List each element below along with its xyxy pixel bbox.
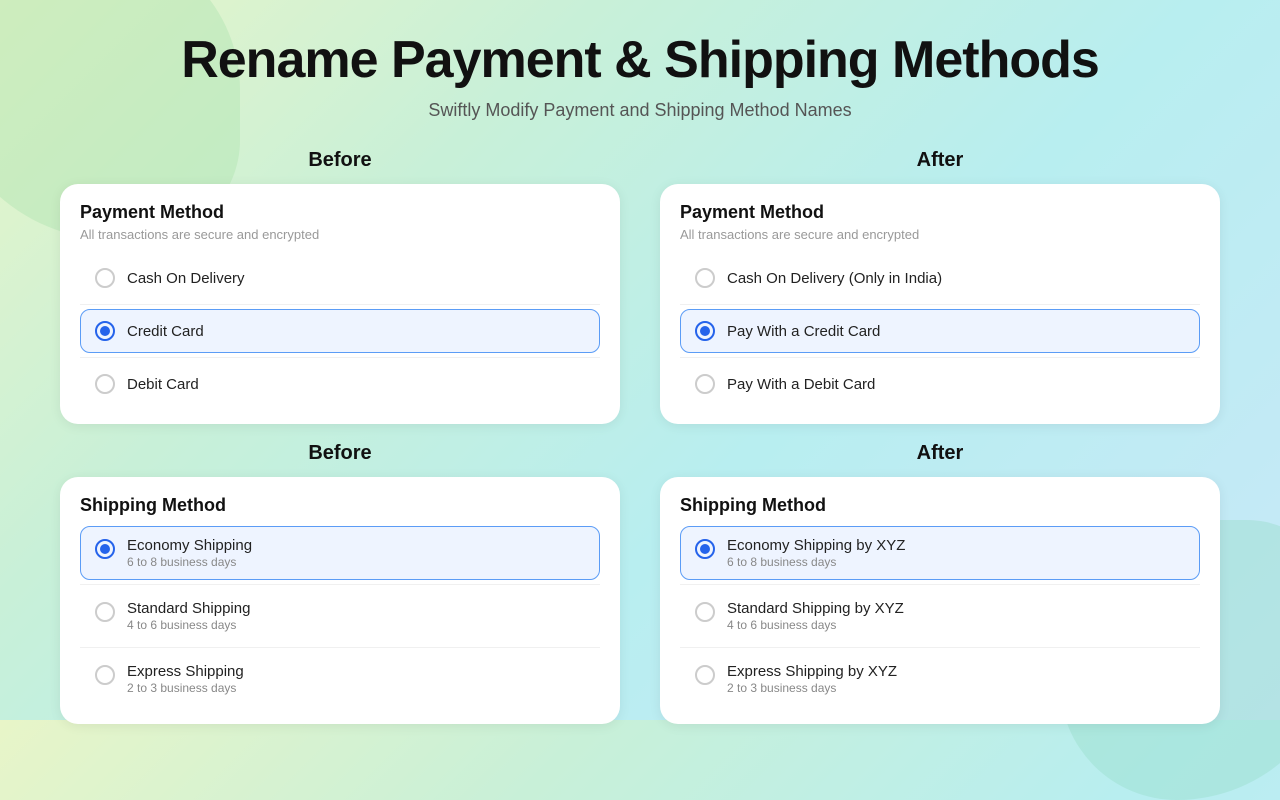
option-label: Standard Shipping [127,600,250,617]
shipping-row: Before Shipping Method Economy Shipping … [60,442,1220,724]
radio-unchecked [95,602,115,622]
before-label-shipping: Before [308,442,371,465]
payment-after-option-2[interactable]: Pay With a Credit Card [680,309,1200,353]
payment-before-subtitle: All transactions are secure and encrypte… [80,227,600,242]
shipping-before-title: Shipping Method [80,495,600,516]
payment-before-section: Before Payment Method All transactions a… [60,149,620,424]
payment-after-card: Payment Method All transactions are secu… [660,184,1220,424]
shipping-before-option-1[interactable]: Economy Shipping 6 to 8 business days [80,526,600,580]
divider [680,647,1200,648]
payment-before-option-1[interactable]: Cash On Delivery [80,256,600,300]
option-sub: 6 to 8 business days [727,555,905,569]
shipping-text: Economy Shipping 6 to 8 business days [127,537,252,569]
payment-after-option-3[interactable]: Pay With a Debit Card [680,362,1200,406]
shipping-text: Standard Shipping by XYZ 4 to 6 business… [727,600,904,632]
payment-row: Before Payment Method All transactions a… [60,149,1220,424]
option-label: Economy Shipping by XYZ [727,537,905,554]
shipping-text: Express Shipping 2 to 3 business days [127,663,244,695]
shipping-after-title: Shipping Method [680,495,1200,516]
page-container: Rename Payment & Shipping Methods Swiftl… [0,0,1280,762]
option-sub: 4 to 6 business days [127,618,250,632]
option-label: Economy Shipping [127,537,252,554]
shipping-before-card: Shipping Method Economy Shipping 6 to 8 … [60,477,620,724]
divider [80,584,600,585]
radio-unchecked [95,374,115,394]
shipping-before-section: Before Shipping Method Economy Shipping … [60,442,620,724]
radio-checked [95,321,115,341]
divider [80,647,600,648]
divider [680,304,1200,305]
radio-unchecked [695,374,715,394]
option-sub: 6 to 8 business days [127,555,252,569]
radio-unchecked [695,665,715,685]
option-sub: 4 to 6 business days [727,618,904,632]
option-label: Express Shipping by XYZ [727,663,897,680]
after-label-payment: After [917,149,964,172]
option-label: Pay With a Debit Card [727,376,875,393]
page-title: Rename Payment & Shipping Methods [181,30,1099,90]
divider [680,584,1200,585]
shipping-after-option-2[interactable]: Standard Shipping by XYZ 4 to 6 business… [680,589,1200,643]
payment-before-option-3[interactable]: Debit Card [80,362,600,406]
shipping-after-card: Shipping Method Economy Shipping by XYZ … [660,477,1220,724]
shipping-before-option-2[interactable]: Standard Shipping 4 to 6 business days [80,589,600,643]
before-label-payment: Before [308,149,371,172]
divider [80,357,600,358]
shipping-before-option-3[interactable]: Express Shipping 2 to 3 business days [80,652,600,706]
shipping-after-section: After Shipping Method Economy Shipping b… [660,442,1220,724]
divider [680,357,1200,358]
payment-after-section: After Payment Method All transactions ar… [660,149,1220,424]
radio-unchecked [95,268,115,288]
radio-unchecked [695,602,715,622]
radio-unchecked [695,268,715,288]
payment-before-option-2[interactable]: Credit Card [80,309,600,353]
option-sub: 2 to 3 business days [127,681,244,695]
payment-before-title: Payment Method [80,202,600,223]
option-sub: 2 to 3 business days [727,681,897,695]
radio-checked [695,539,715,559]
payment-after-option-1[interactable]: Cash On Delivery (Only in India) [680,256,1200,300]
shipping-after-option-1[interactable]: Economy Shipping by XYZ 6 to 8 business … [680,526,1200,580]
payment-after-title: Payment Method [680,202,1200,223]
shipping-text: Standard Shipping 4 to 6 business days [127,600,250,632]
radio-checked [95,539,115,559]
page-subtitle: Swiftly Modify Payment and Shipping Meth… [428,100,851,121]
radio-unchecked [95,665,115,685]
option-label: Debit Card [127,376,199,393]
shipping-text: Economy Shipping by XYZ 6 to 8 business … [727,537,905,569]
shipping-text: Express Shipping by XYZ 2 to 3 business … [727,663,897,695]
payment-before-card: Payment Method All transactions are secu… [60,184,620,424]
shipping-after-option-3[interactable]: Express Shipping by XYZ 2 to 3 business … [680,652,1200,706]
option-label: Cash On Delivery [127,270,245,287]
option-label: Cash On Delivery (Only in India) [727,270,942,287]
option-label: Credit Card [127,323,204,340]
option-label: Express Shipping [127,663,244,680]
payment-after-subtitle: All transactions are secure and encrypte… [680,227,1200,242]
option-label: Standard Shipping by XYZ [727,600,904,617]
radio-checked [695,321,715,341]
option-label: Pay With a Credit Card [727,323,880,340]
divider [80,304,600,305]
after-label-shipping: After [917,442,964,465]
